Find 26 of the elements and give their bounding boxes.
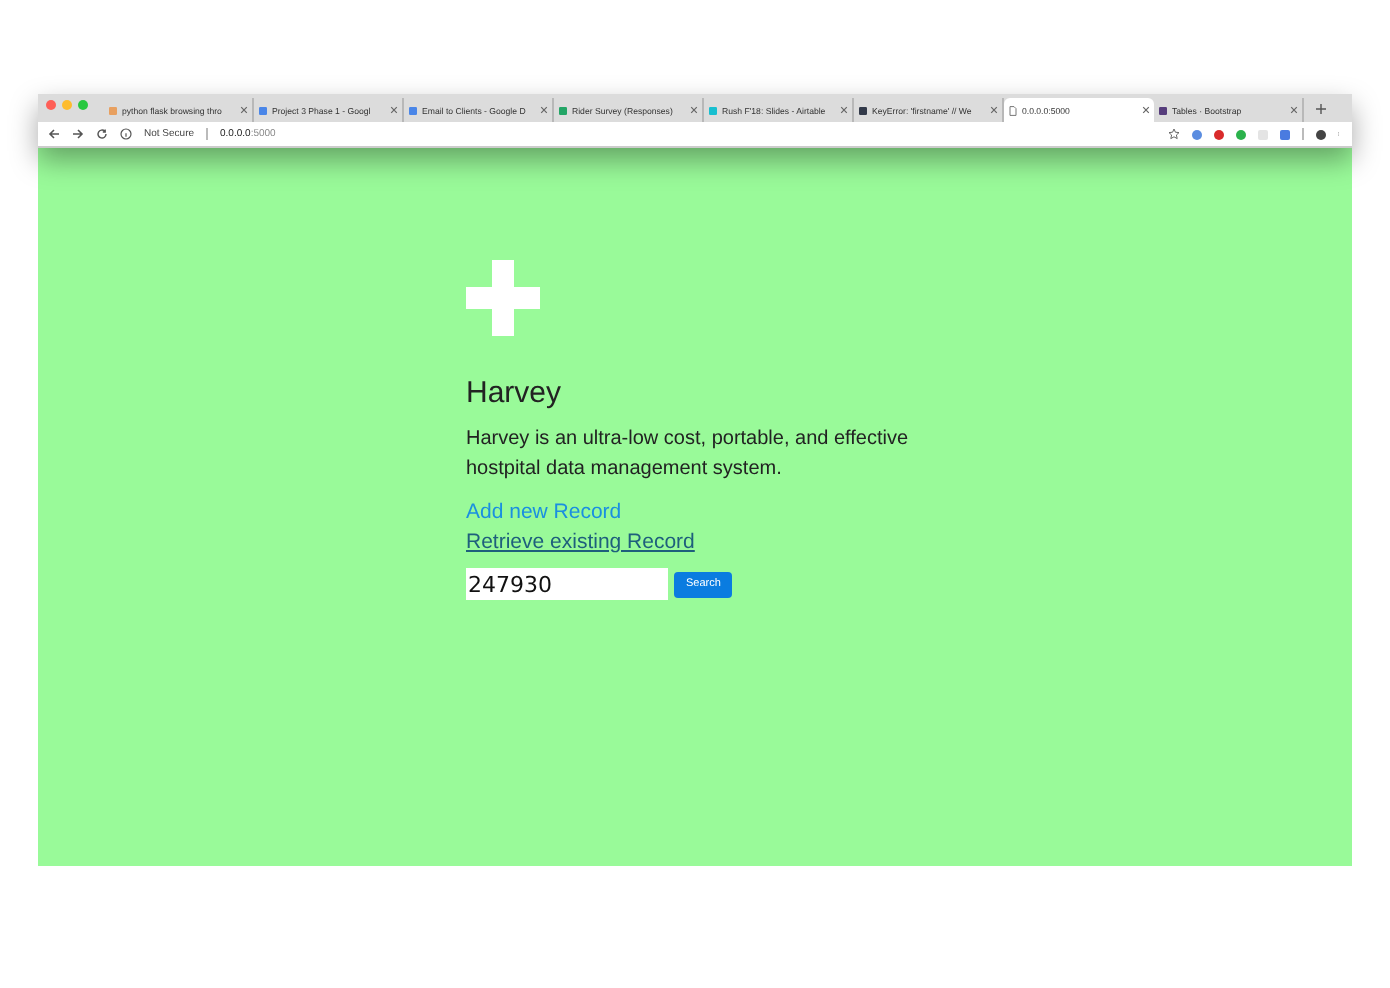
extension-icon[interactable] <box>1236 129 1246 139</box>
record-search-field[interactable]: 247930 <box>466 568 668 600</box>
close-tab-icon[interactable] <box>1290 106 1298 114</box>
extension-icon[interactable] <box>1192 129 1202 139</box>
extension-icon[interactable] <box>1214 129 1224 139</box>
app-title: Harvey <box>466 376 564 412</box>
close-tab-icon[interactable] <box>840 106 848 114</box>
record-link[interactable]: Retrieve existing Record <box>466 530 695 556</box>
close-tab-icon[interactable] <box>1142 106 1150 114</box>
extension-icon[interactable] <box>1280 129 1290 139</box>
close-window-icon[interactable] <box>46 99 56 109</box>
plus-logo-icon <box>466 260 540 336</box>
reload-icon[interactable] <box>96 128 108 140</box>
close-tab-icon[interactable] <box>540 106 548 114</box>
close-tab-icon[interactable] <box>390 106 398 114</box>
star-icon[interactable] <box>1168 128 1180 140</box>
close-tab-icon[interactable] <box>240 106 248 114</box>
page-icon <box>1008 105 1018 115</box>
back-icon[interactable] <box>48 128 60 140</box>
new-tab-icon[interactable] <box>1316 104 1326 114</box>
forward-icon[interactable] <box>72 128 84 140</box>
close-tab-icon[interactable] <box>690 106 698 114</box>
info-icon[interactable] <box>120 128 132 140</box>
close-tab-icon[interactable] <box>990 106 998 114</box>
avatar-icon[interactable] <box>1316 129 1326 139</box>
description-text: Harvey is an ultra-low cost, portable, and effective hostpital data management system. <box>466 426 911 484</box>
